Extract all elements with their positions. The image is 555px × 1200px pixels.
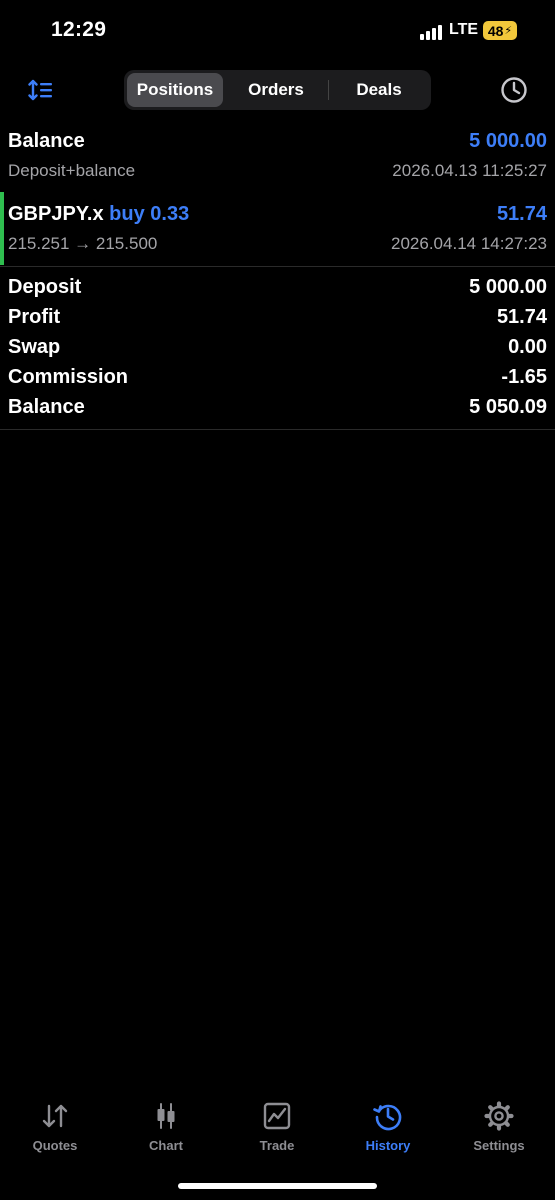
summary-value: 5 050.09 xyxy=(469,396,547,418)
tab-label: Settings xyxy=(473,1138,525,1153)
summary-label: Swap xyxy=(8,336,61,358)
history-segmented-control: Positions Orders Deals xyxy=(124,70,431,110)
settings-icon xyxy=(484,1101,514,1131)
battery-level: 48 xyxy=(487,22,504,39)
segment-deals[interactable]: Deals xyxy=(330,73,428,107)
tab-label: Quotes xyxy=(32,1138,78,1153)
quotes-icon xyxy=(42,1104,68,1128)
row-divider xyxy=(0,266,555,267)
status-bar: 12:29 LTE 48 ⚡ xyxy=(0,0,555,62)
tab-label: Chart xyxy=(149,1138,183,1153)
summary-profit: Profit 51.74 xyxy=(8,306,547,336)
summary-label: Deposit xyxy=(8,276,82,298)
summary-deposit: Deposit 5 000.00 xyxy=(8,276,547,306)
position-profit: 51.74 xyxy=(496,203,547,225)
position-title: GBPJPY.x buy 0.33 xyxy=(8,203,189,226)
summary-value: 0.00 xyxy=(508,336,547,358)
segment-positions[interactable]: Positions xyxy=(127,73,223,107)
row-amount: 5 000.00 xyxy=(469,130,547,152)
cellular-signal-icon xyxy=(420,24,442,40)
segment-divider xyxy=(328,80,329,100)
status-time: 12:29 xyxy=(51,18,107,41)
chart-icon xyxy=(157,1103,175,1129)
history-icon xyxy=(373,1104,402,1131)
period-button[interactable] xyxy=(500,76,528,104)
home-indicator[interactable] xyxy=(178,1183,377,1189)
tab-quotes[interactable]: Quotes xyxy=(5,1100,105,1160)
sort-icon xyxy=(28,79,52,101)
summary-label: Commission xyxy=(8,366,129,388)
clock-icon xyxy=(501,77,527,103)
tab-settings[interactable]: Settings xyxy=(449,1100,549,1160)
position-symbol: GBPJPY.x xyxy=(8,203,104,225)
network-type: LTE xyxy=(449,21,479,38)
balance-history-row[interactable]: Balance 5 000.00 Deposit+balance 2026.04… xyxy=(0,124,555,188)
summary-value: -1.65 xyxy=(501,366,547,388)
position-prices: 215.251 → 215.500 xyxy=(8,234,158,253)
summary-swap: Swap 0.00 xyxy=(8,336,547,366)
position-timestamp: 2026.04.14 14:27:23 xyxy=(391,234,547,253)
tab-history[interactable]: History xyxy=(338,1100,438,1160)
row-title: Balance xyxy=(8,130,85,152)
tab-trade[interactable]: Trade xyxy=(227,1100,327,1160)
trade-icon xyxy=(263,1102,291,1130)
summary-commission: Commission -1.65 xyxy=(8,366,547,396)
position-direction: buy 0.33 xyxy=(109,203,190,225)
segment-orders[interactable]: Orders xyxy=(226,73,326,107)
buy-indicator-bar xyxy=(0,192,4,265)
summary-balance: Balance 5 050.09 xyxy=(8,396,547,426)
position-row[interactable]: GBPJPY.x buy 0.33 51.74 215.251 → 215.50… xyxy=(0,192,555,265)
summary-value: 51.74 xyxy=(496,306,547,328)
summary-value: 5 000.00 xyxy=(469,276,547,298)
row-subtitle: Deposit+balance xyxy=(8,161,136,180)
sort-button[interactable] xyxy=(25,74,57,106)
summary-label: Profit xyxy=(8,306,61,328)
app-screen: 12:29 LTE 48 ⚡ Positions Orders Deals Bal… xyxy=(0,0,555,1200)
summary-divider xyxy=(0,429,555,430)
tab-label: History xyxy=(365,1138,411,1153)
tab-chart[interactable]: Chart xyxy=(116,1100,216,1160)
battery-icon: 48 ⚡ xyxy=(483,21,517,40)
summary-label: Balance xyxy=(8,396,85,418)
row-timestamp: 2026.04.13 11:25:27 xyxy=(392,161,547,180)
tab-label: Trade xyxy=(259,1138,295,1153)
